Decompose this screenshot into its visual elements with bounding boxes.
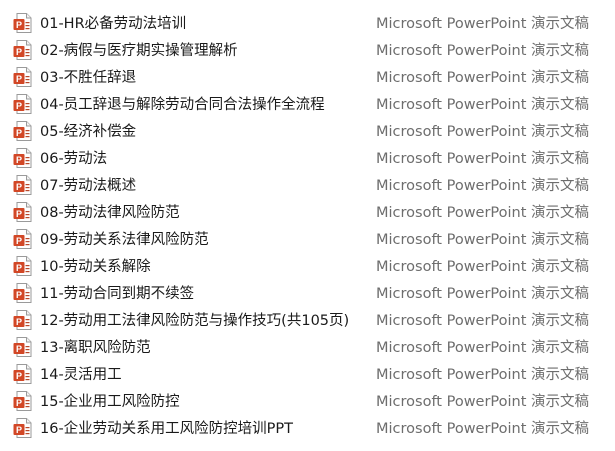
file-row[interactable]: P 06-劳动法 Microsoft PowerPoint 演示文稿 bbox=[0, 144, 615, 171]
file-name: 13-离职风险防范 bbox=[40, 340, 151, 356]
file-name: 03-不胜任辞退 bbox=[40, 70, 137, 86]
svg-text:P: P bbox=[16, 154, 22, 164]
powerpoint-file-icon: P bbox=[13, 39, 32, 60]
powerpoint-file-icon: P bbox=[13, 417, 32, 438]
file-name: 09-劳动关系法律风险防范 bbox=[40, 232, 209, 248]
powerpoint-file-icon: P bbox=[13, 147, 32, 168]
svg-text:P: P bbox=[16, 73, 22, 83]
powerpoint-file-icon: P bbox=[13, 363, 32, 384]
file-row[interactable]: P 08-劳动法律风险防范 Microsoft PowerPoint 演示文稿 bbox=[0, 198, 615, 225]
file-row[interactable]: P 03-不胜任辞退 Microsoft PowerPoint 演示文稿 bbox=[0, 63, 615, 90]
file-name: 06-劳动法 bbox=[40, 151, 108, 167]
file-name: 11-劳动合同到期不续签 bbox=[40, 286, 195, 302]
svg-text:P: P bbox=[16, 19, 22, 29]
svg-text:P: P bbox=[16, 343, 22, 353]
powerpoint-file-icon: P bbox=[13, 12, 32, 33]
file-type: Microsoft PowerPoint 演示文稿 bbox=[376, 205, 590, 221]
file-type: Microsoft PowerPoint 演示文稿 bbox=[376, 70, 590, 86]
file-type: Microsoft PowerPoint 演示文稿 bbox=[376, 16, 590, 32]
svg-text:P: P bbox=[16, 289, 22, 299]
file-row[interactable]: P 11-劳动合同到期不续签 Microsoft PowerPoint 演示文稿 bbox=[0, 279, 615, 306]
file-name: 02-病假与医疗期实操管理解析 bbox=[40, 43, 238, 59]
powerpoint-file-icon: P bbox=[13, 66, 32, 87]
file-type: Microsoft PowerPoint 演示文稿 bbox=[376, 259, 590, 275]
powerpoint-file-icon: P bbox=[13, 390, 32, 411]
svg-text:P: P bbox=[16, 100, 22, 110]
svg-text:P: P bbox=[16, 46, 22, 56]
svg-text:P: P bbox=[16, 262, 22, 272]
file-row[interactable]: P 09-劳动关系法律风险防范 Microsoft PowerPoint 演示文稿 bbox=[0, 225, 615, 252]
file-row[interactable]: P 14-灵活用工 Microsoft PowerPoint 演示文稿 bbox=[0, 360, 615, 387]
file-row[interactable]: P 01-HR必备劳动法培训 Microsoft PowerPoint 演示文稿 bbox=[0, 9, 615, 36]
powerpoint-file-icon: P bbox=[13, 93, 32, 114]
file-type: Microsoft PowerPoint 演示文稿 bbox=[376, 340, 590, 356]
file-row[interactable]: P 16-企业劳动关系用工风险防控培训PPT Microsoft PowerPoin… bbox=[0, 414, 615, 441]
file-row[interactable]: P 15-企业用工风险防控 Microsoft PowerPoint 演示文稿 bbox=[0, 387, 615, 414]
powerpoint-file-icon: P bbox=[13, 282, 32, 303]
file-name: 14-灵活用工 bbox=[40, 367, 122, 383]
file-row[interactable]: P 07-劳动法概述 Microsoft PowerPoint 演示文稿 bbox=[0, 171, 615, 198]
svg-text:P: P bbox=[16, 370, 22, 380]
file-type: Microsoft PowerPoint 演示文稿 bbox=[376, 151, 590, 167]
svg-text:P: P bbox=[16, 235, 22, 245]
svg-text:P: P bbox=[16, 208, 22, 218]
file-type: Microsoft PowerPoint 演示文稿 bbox=[376, 313, 590, 329]
file-name: 01-HR必备劳动法培训 bbox=[40, 16, 187, 32]
svg-text:P: P bbox=[16, 316, 22, 326]
svg-text:P: P bbox=[16, 181, 22, 191]
file-row[interactable]: P 10-劳动关系解除 Microsoft PowerPoint 演示文稿 bbox=[0, 252, 615, 279]
file-name: 07-劳动法概述 bbox=[40, 178, 137, 194]
powerpoint-file-icon: P bbox=[13, 120, 32, 141]
file-type: Microsoft PowerPoint 演示文稿 bbox=[376, 97, 590, 113]
svg-text:P: P bbox=[16, 424, 22, 434]
powerpoint-file-icon: P bbox=[13, 255, 32, 276]
file-name: 16-企业劳动关系用工风险防控培训PPT bbox=[40, 421, 294, 437]
powerpoint-file-icon: P bbox=[13, 336, 32, 357]
file-type: Microsoft PowerPoint 演示文稿 bbox=[376, 367, 590, 383]
file-type: Microsoft PowerPoint 演示文稿 bbox=[376, 232, 590, 248]
file-name: 15-企业用工风险防控 bbox=[40, 394, 180, 410]
file-name: 10-劳动关系解除 bbox=[40, 259, 151, 275]
file-row[interactable]: P 04-员工辞退与解除劳动合同合法操作全流程 Microsoft PowerPoi… bbox=[0, 90, 615, 117]
powerpoint-file-icon: P bbox=[13, 174, 32, 195]
file-name: 08-劳动法律风险防范 bbox=[40, 205, 180, 221]
file-list: P 01-HR必备劳动法培训 Microsoft PowerPoint 演示文稿 P 0… bbox=[0, 0, 615, 451]
file-type: Microsoft PowerPoint 演示文稿 bbox=[376, 43, 590, 59]
file-type: Microsoft PowerPoint 演示文稿 bbox=[376, 124, 590, 140]
svg-text:P: P bbox=[16, 127, 22, 137]
file-name: 04-员工辞退与解除劳动合同合法操作全流程 bbox=[40, 97, 325, 113]
file-type: Microsoft PowerPoint 演示文稿 bbox=[376, 394, 590, 410]
file-type: Microsoft PowerPoint 演示文稿 bbox=[376, 286, 590, 302]
powerpoint-file-icon: P bbox=[13, 201, 32, 222]
powerpoint-file-icon: P bbox=[13, 228, 32, 249]
svg-text:P: P bbox=[16, 397, 22, 407]
file-type: Microsoft PowerPoint 演示文稿 bbox=[376, 421, 590, 437]
file-name: 12-劳动用工法律风险防范与操作技巧(共105页) bbox=[40, 313, 350, 329]
file-row[interactable]: P 12-劳动用工法律风险防范与操作技巧(共105页) Microsoft Powe… bbox=[0, 306, 615, 333]
file-name: 05-经济补偿金 bbox=[40, 124, 137, 140]
file-row[interactable]: P 02-病假与医疗期实操管理解析 Microsoft PowerPoint 演示文… bbox=[0, 36, 615, 63]
file-row[interactable]: P 13-离职风险防范 Microsoft PowerPoint 演示文稿 bbox=[0, 333, 615, 360]
powerpoint-file-icon: P bbox=[13, 309, 32, 330]
file-type: Microsoft PowerPoint 演示文稿 bbox=[376, 178, 590, 194]
file-row[interactable]: P 05-经济补偿金 Microsoft PowerPoint 演示文稿 bbox=[0, 117, 615, 144]
